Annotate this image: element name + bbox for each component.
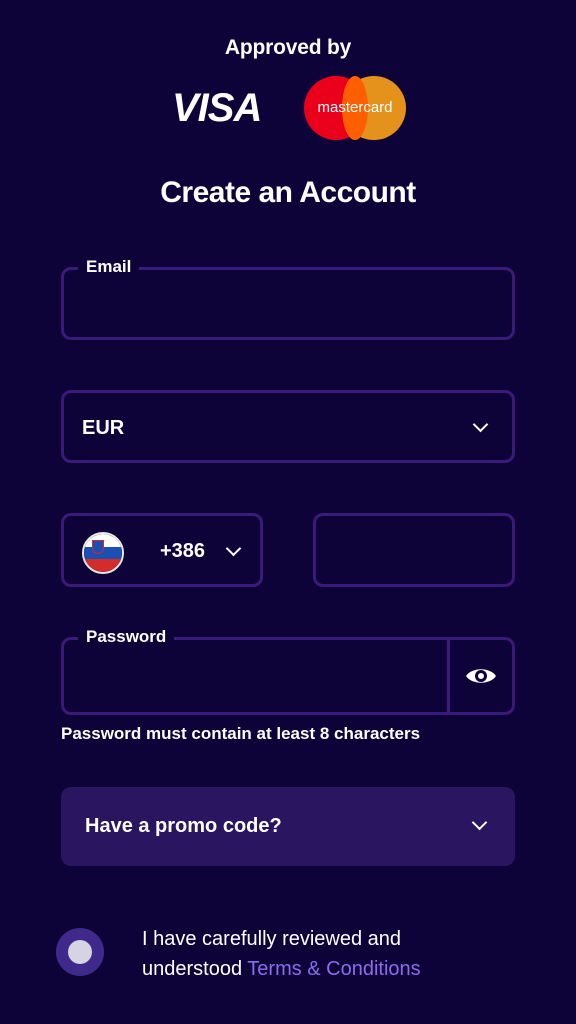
checkbox-knob — [68, 940, 92, 964]
chevron-down-icon — [471, 814, 488, 831]
chevron-down-icon — [472, 416, 489, 433]
password-hint: Password must contain at least 8 charact… — [61, 724, 421, 743]
currency-value: EUR — [82, 417, 125, 439]
show-password-button[interactable] — [450, 640, 512, 712]
email-label: Email — [78, 257, 140, 277]
country-code-select[interactable]: +386 — [61, 513, 263, 587]
visa-logo: VISA — [172, 86, 262, 130]
country-code-value: +386 — [160, 540, 206, 562]
email-field[interactable]: Email — [61, 257, 515, 340]
password-label: Password — [78, 627, 175, 647]
slovenia-flag-icon — [82, 532, 124, 574]
password-field[interactable]: Password — [61, 627, 515, 715]
signup-page: Approved by VISA mastercard Create an Ac… — [0, 0, 576, 1024]
eye-icon — [466, 669, 496, 683]
mastercard-logo: mastercard — [304, 76, 406, 140]
terms-checkbox[interactable] — [56, 928, 104, 976]
payment-logos: VISA mastercard — [0, 74, 576, 142]
chevron-down-icon — [225, 540, 242, 557]
promo-code-label: Have a promo code? — [85, 815, 282, 837]
terms-text: I have carefully reviewed and understood… — [142, 924, 502, 984]
mastercard-text: mastercard — [317, 99, 393, 116]
phone-number-field[interactable] — [313, 513, 515, 587]
approved-by-label: Approved by — [224, 36, 352, 59]
promo-code-toggle[interactable]: Have a promo code? — [61, 787, 515, 866]
page-title: Create an Account — [160, 176, 416, 209]
currency-select[interactable]: EUR — [61, 390, 515, 463]
terms-link[interactable]: Terms & Conditions — [247, 958, 420, 980]
